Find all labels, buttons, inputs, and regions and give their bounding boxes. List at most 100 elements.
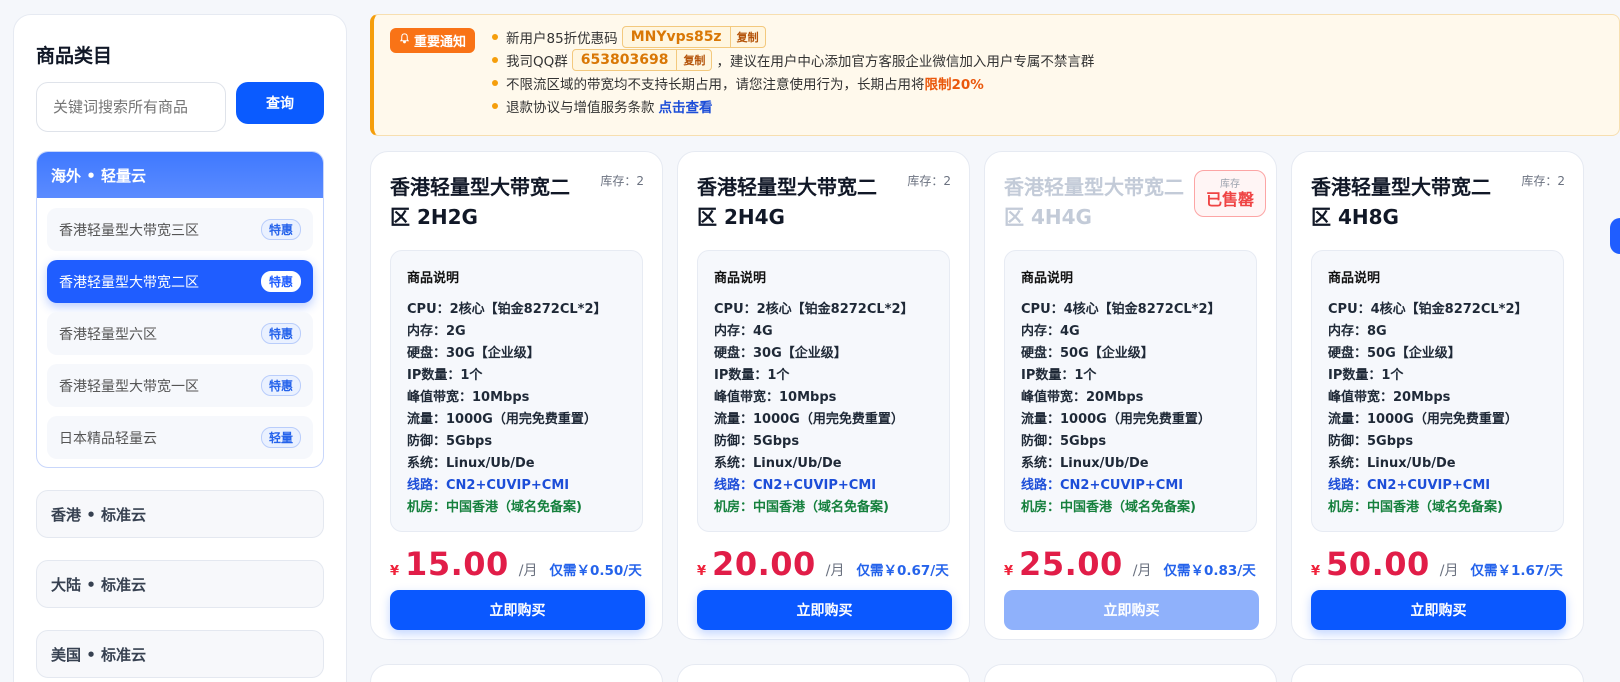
spec-bandwidth: 峰值带宽：20Mbps xyxy=(1328,389,1451,405)
product-card-4h4g: 香港轻量型大带宽二区 4H4G 库存 已售罄 商品说明 CPU：4核心【铂金82… xyxy=(984,151,1277,640)
item-badge: 特惠 xyxy=(260,271,301,292)
sold-out-caption: 库存 xyxy=(1220,179,1240,190)
spec-os: 系统：Linux/Ub/De xyxy=(1328,455,1456,471)
spec-os: 系统：Linux/Ub/De xyxy=(1021,455,1149,471)
spec-disk: 硬盘：30G【企业级】 xyxy=(714,345,847,361)
price-row: ¥ 15.00 /月 仅需￥0.50/天 xyxy=(390,545,643,583)
spec-datacenter: 机房：中国香港（域名免备案) xyxy=(1328,499,1503,515)
buy-button[interactable]: 立即购买 xyxy=(390,590,645,630)
spec-cpu: CPU：2核心【铂金8272CL*2】 xyxy=(714,301,914,317)
sidebar-item-hk-6[interactable]: 香港轻量型六区 特惠 xyxy=(47,312,313,355)
spec-cpu: CPU：4核心【铂金8272CL*2】 xyxy=(1328,301,1528,317)
product-card-2h4g: 香港轻量型大带宽二区 2H4G 库存：2 商品说明 CPU：2核心【铂金8272… xyxy=(677,151,970,640)
notice-tag: 重要通知 xyxy=(390,28,476,53)
price: 20.00 xyxy=(712,545,816,583)
notice-item-promo: 新用户85折优惠码 MNYvps85z 复制 xyxy=(492,25,1094,48)
product-card-4h8g: 香港轻量型大带宽二区 4H8G 库存：2 商品说明 CPU：4核心【铂金8272… xyxy=(1291,151,1584,640)
search-input[interactable] xyxy=(36,82,226,132)
group-us-standard[interactable]: 美国 • 标准云 xyxy=(36,630,324,678)
notice-text: 不限流区域的带宽均不支持长期占用，请您注意使用行为，长期占用将 xyxy=(506,76,925,93)
spec-disk: 硬盘：50G【企业级】 xyxy=(1328,345,1461,361)
sidebar-item-label: 香港轻量型大带宽三区 xyxy=(59,222,199,239)
sidebar-item-hk-bw-3[interactable]: 香港轻量型大带宽三区 特惠 xyxy=(47,208,313,251)
price-row: ¥ 25.00 /月 仅需￥0.83/天 xyxy=(1004,545,1257,583)
product-title: 香港轻量型大带宽二区 4H8G xyxy=(1311,175,1491,229)
group-cn-standard[interactable]: 大陆 • 标准云 xyxy=(36,560,324,608)
daily-price: 仅需￥0.50/天 xyxy=(549,563,642,579)
spec-bandwidth: 峰值带宽：20Mbps xyxy=(1021,389,1144,405)
spec-datacenter: 机房：中国香港（域名免备案) xyxy=(407,499,582,515)
sidebar-title: 商品类目 xyxy=(36,45,113,67)
sidebar-item-hk-bw-2[interactable]: 香港轻量型大带宽二区 特惠 xyxy=(47,260,313,303)
group-overseas-light: 海外 • 轻量云 香港轻量型大带宽三区 特惠 香港轻量型大带宽二区 特惠 香港轻… xyxy=(36,151,324,468)
stock-count: 库存：2 xyxy=(600,174,644,188)
copy-promo-button[interactable]: 复制 xyxy=(729,26,765,47)
spec-cpu: CPU：4核心【铂金8272CL*2】 xyxy=(1021,301,1221,317)
spec-ram: 内存：4G xyxy=(1021,323,1080,339)
spec-bandwidth: 峰值带宽：10Mbps xyxy=(407,389,530,405)
item-badge: 特惠 xyxy=(260,375,301,396)
spec-title: 商品说明 xyxy=(1021,271,1074,286)
sidebar-item-hk-bw-1[interactable]: 香港轻量型大带宽一区 特惠 xyxy=(47,364,313,407)
sidebar-item-label: 日本精品轻量云 xyxy=(59,430,157,447)
floating-side-tab[interactable] xyxy=(1610,218,1620,254)
daily-price: 仅需￥0.83/天 xyxy=(1163,563,1256,579)
notice-tag-label: 重要通知 xyxy=(414,35,467,50)
spec-ram: 内存：4G xyxy=(714,323,773,339)
notice-text: 我司QQ群 xyxy=(506,53,568,70)
group-header-overseas-light[interactable]: 海外 • 轻量云 xyxy=(37,152,323,198)
buy-button[interactable]: 立即购买 xyxy=(697,590,952,630)
spec-title: 商品说明 xyxy=(1328,271,1381,286)
spec-box: 商品说明 CPU：2核心【铂金8272CL*2】 内存：4G 硬盘：30G【企业… xyxy=(697,250,950,532)
spec-defense: 防御：5Gbps xyxy=(714,433,800,449)
spec-datacenter: 机房：中国香港（域名免备案) xyxy=(1021,499,1196,515)
buy-button-disabled[interactable]: 立即购买 xyxy=(1004,590,1259,630)
product-title: 香港轻量型大带宽二区 4H4G xyxy=(1004,175,1184,229)
currency-symbol: ¥ xyxy=(697,564,707,579)
category-sidebar: 商品类目 查询 海外 • 轻量云 香港轻量型大带宽三区 特惠 香港轻量型大带宽二… xyxy=(13,14,347,682)
price-unit: /月 xyxy=(825,563,845,579)
search-button[interactable]: 查询 xyxy=(236,82,324,124)
limit-highlight: 限制20% xyxy=(924,76,984,93)
spec-line-route: 线路：CN2+CUVIP+CMI xyxy=(407,477,570,493)
group-items: 香港轻量型大带宽三区 特惠 香港轻量型大带宽二区 特惠 香港轻量型六区 特惠 香… xyxy=(37,198,323,467)
price-row: ¥ 50.00 /月 仅需￥1.67/天 xyxy=(1311,545,1564,583)
spec-defense: 防御：5Gbps xyxy=(407,433,493,449)
promo-code-box: MNYvps85z 复制 xyxy=(621,25,766,48)
spec-os: 系统：Linux/Ub/De xyxy=(407,455,535,471)
spec-traffic: 流量：1000G（用完免费重置） xyxy=(407,411,597,427)
price: 25.00 xyxy=(1019,545,1123,583)
buy-button[interactable]: 立即购买 xyxy=(1311,590,1566,630)
group-hk-standard[interactable]: 香港 • 标准云 xyxy=(36,490,324,538)
notice-item-terms: 退款协议与增值服务条款 点击查看 xyxy=(492,94,1094,117)
price-unit: /月 xyxy=(1132,563,1152,579)
spec-box: 商品说明 CPU：4核心【铂金8272CL*2】 内存：8G 硬盘：50G【企业… xyxy=(1311,250,1564,532)
spec-line-route: 线路：CN2+CUVIP+CMI xyxy=(714,477,877,493)
spec-line-route: 线路：CN2+CUVIP+CMI xyxy=(1328,477,1491,493)
spec-traffic: 流量：1000G（用完免费重置） xyxy=(1328,411,1518,427)
product-card-next xyxy=(984,664,1277,682)
sidebar-item-label: 香港轻量型大带宽一区 xyxy=(59,378,199,395)
sidebar-item-japan[interactable]: 日本精品轻量云 轻量 xyxy=(47,416,313,459)
spec-traffic: 流量：1000G（用完免费重置） xyxy=(714,411,904,427)
price: 50.00 xyxy=(1326,545,1430,583)
spec-os: 系统：Linux/Ub/De xyxy=(714,455,842,471)
spec-line-route: 线路：CN2+CUVIP+CMI xyxy=(1021,477,1184,493)
product-card-next xyxy=(677,664,970,682)
price: 15.00 xyxy=(405,545,509,583)
item-badge: 特惠 xyxy=(260,219,301,240)
spec-box: 商品说明 CPU：4核心【铂金8272CL*2】 内存：4G 硬盘：50G【企业… xyxy=(1004,250,1257,532)
copy-qq-button[interactable]: 复制 xyxy=(676,49,711,70)
promo-code: MNYvps85z xyxy=(630,28,722,45)
spec-ip: IP数量：1个 xyxy=(407,367,483,383)
currency-symbol: ¥ xyxy=(1004,564,1014,579)
notice-list: 新用户85折优惠码 MNYvps85z 复制 我司QQ群 653803698 复… xyxy=(492,25,1094,117)
price-unit: /月 xyxy=(518,563,538,579)
spec-ram: 内存：8G xyxy=(1328,323,1387,339)
spec-title: 商品说明 xyxy=(714,271,767,286)
notice-text: 退款协议与增值服务条款 xyxy=(506,99,655,116)
terms-link[interactable]: 点击查看 xyxy=(659,96,713,116)
stock-count: 库存：2 xyxy=(907,174,951,188)
spec-ip: IP数量：1个 xyxy=(1021,367,1097,383)
product-card-next xyxy=(1291,664,1584,682)
